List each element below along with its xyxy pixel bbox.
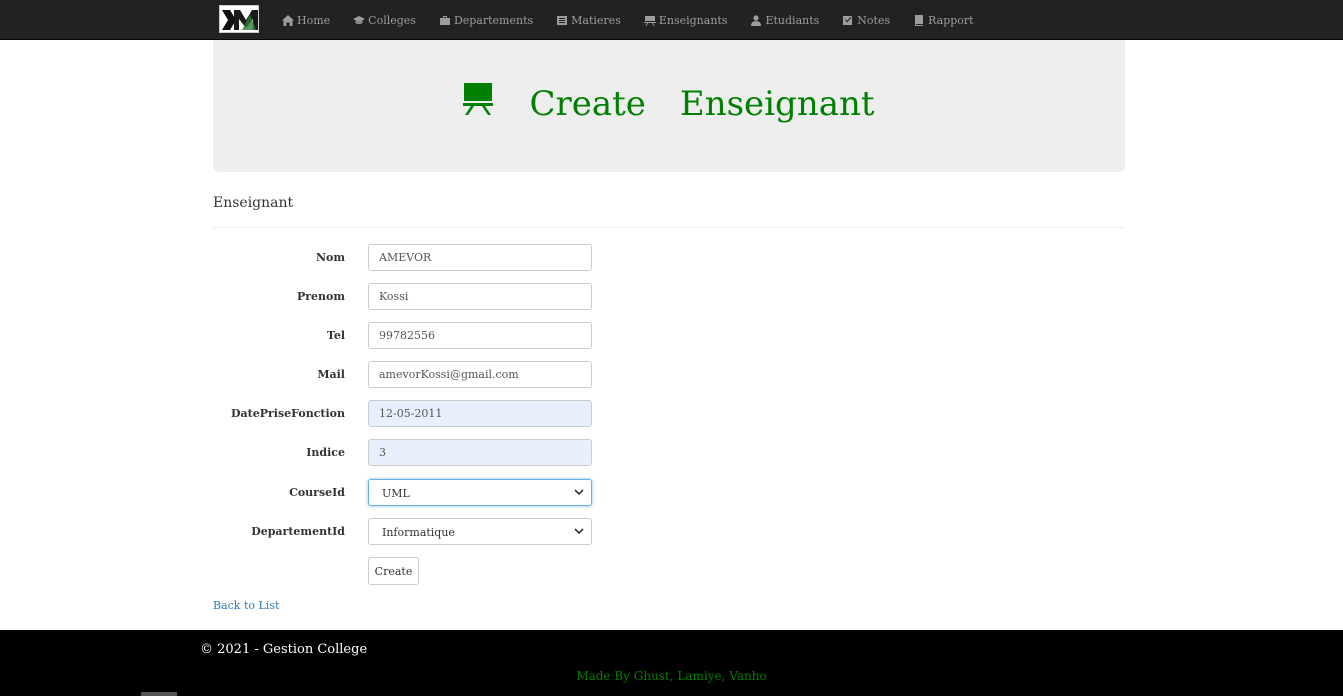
tel-input[interactable]	[368, 322, 592, 349]
nav-notes[interactable]: Notes	[842, 14, 890, 27]
book-icon	[915, 14, 924, 26]
indice-label: Indice	[306, 446, 345, 459]
blackboard-icon	[643, 15, 656, 26]
navbar: Home Colleges Departements Matieres Ense…	[0, 0, 1343, 40]
brand-logo[interactable]	[219, 5, 259, 33]
list-icon	[557, 15, 568, 25]
nav-colleges[interactable]: Colleges	[353, 14, 416, 27]
nav-home[interactable]: Home	[282, 14, 330, 27]
page-title: Create Enseignant	[213, 83, 1125, 124]
create-button[interactable]: Create	[368, 557, 419, 585]
nav-enseignants-label: Enseignants	[658, 13, 728, 27]
course-select-value: UML	[382, 487, 410, 500]
form-row-mail: Mail	[213, 361, 613, 389]
mail-label: Mail	[317, 368, 345, 381]
form-row-course: CourseId UML	[213, 479, 613, 507]
nav-departements[interactable]: Departements	[439, 14, 533, 27]
divider	[213, 227, 1125, 228]
date-prise-fonction-input[interactable]	[368, 400, 592, 427]
course-select[interactable]: UML	[368, 479, 592, 506]
prenom-input[interactable]	[368, 283, 592, 310]
page-header: Create Enseignant	[213, 40, 1125, 172]
prenom-label: Prenom	[296, 290, 345, 303]
blackboard-icon	[463, 83, 494, 115]
nav-etudiants[interactable]: Etudiants	[750, 14, 819, 27]
indice-input[interactable]	[368, 439, 592, 466]
chevron-down-icon	[574, 489, 584, 496]
form-row-indice: Indice	[213, 439, 613, 467]
form-section-title: Enseignant	[213, 195, 294, 211]
tel-label: Tel	[326, 329, 345, 342]
page-title-word1: Create	[529, 84, 646, 124]
graduation-cap-icon	[353, 15, 366, 24]
nav-rapport-label: Rapport	[928, 13, 974, 27]
nav-colleges-label: Colleges	[368, 13, 416, 27]
horizontal-scrollbar[interactable]	[141, 692, 177, 696]
back-to-list-link[interactable]: Back to List	[213, 599, 279, 612]
nom-label: Nom	[315, 251, 345, 264]
nav-enseignants[interactable]: Enseignants	[643, 13, 728, 27]
nav-home-label: Home	[297, 13, 331, 27]
copyright-text: © 2021 - Gestion College	[200, 642, 368, 657]
logo-icon	[220, 6, 258, 32]
home-icon	[282, 14, 294, 26]
course-label: CourseId	[289, 486, 345, 499]
departement-select-value: Informatique	[382, 526, 455, 539]
check-square-icon	[843, 15, 853, 25]
nav-rapport[interactable]: Rapport	[913, 13, 974, 27]
chevron-down-icon	[574, 528, 584, 535]
mail-input[interactable]	[368, 361, 592, 388]
form-row-nom: Nom	[213, 244, 613, 272]
departement-label: DepartementId	[251, 525, 345, 538]
form-row-date: DatePriseFonction	[213, 400, 613, 428]
user-icon	[751, 14, 762, 26]
departement-select[interactable]: Informatique	[368, 518, 592, 545]
briefcase-icon	[439, 15, 450, 25]
credits-text: Made By Ghust, Lamiye, Vanho	[576, 669, 767, 683]
nav-etudiants-label: Etudiants	[765, 13, 820, 27]
footer: © 2021 - Gestion College Made By Ghust, …	[0, 630, 1343, 696]
form-row-departement: DepartementId Informatique	[213, 518, 613, 546]
page-title-word2: Enseignant	[679, 84, 875, 124]
nav-notes-label: Notes	[857, 13, 891, 27]
date-label: DatePriseFonction	[230, 407, 345, 420]
form-row-tel: Tel	[213, 322, 613, 350]
nav-matieres[interactable]: Matieres	[556, 14, 621, 27]
form-row-prenom: Prenom	[213, 283, 613, 311]
nav-departements-label: Departements	[453, 13, 534, 27]
nav-matieres-label: Matieres	[571, 13, 621, 27]
nom-input[interactable]	[368, 244, 592, 271]
